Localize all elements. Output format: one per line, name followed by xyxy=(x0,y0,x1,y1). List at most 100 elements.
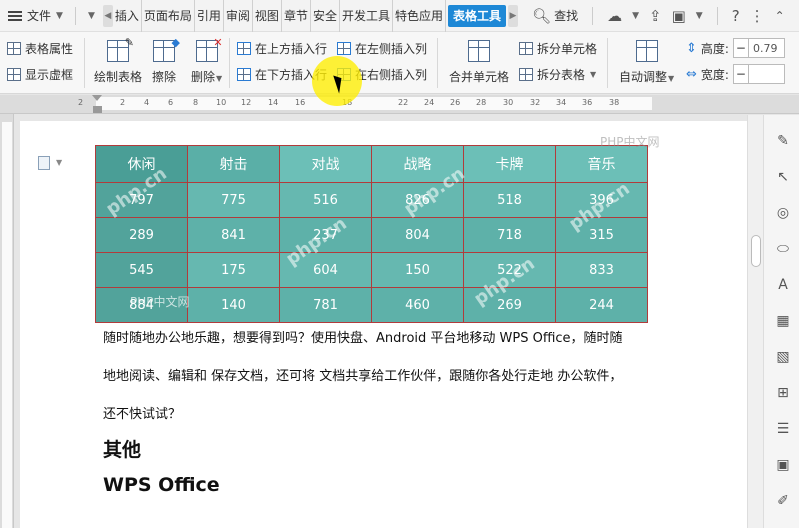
picture-icon[interactable]: ▣ xyxy=(775,457,791,473)
split-cells-button[interactable]: 拆分单元格 xyxy=(519,40,597,57)
file-menu[interactable]: 文件 ▼ xyxy=(0,0,71,32)
cloud-chevron-icon[interactable]: ▼ xyxy=(632,11,639,21)
table-cell[interactable]: 804 xyxy=(371,217,464,253)
shape-icon[interactable]: ⬭ xyxy=(775,241,791,257)
scrollbar-thumb[interactable] xyxy=(751,235,761,267)
table-cell[interactable]: 516 xyxy=(279,182,372,218)
image-icon[interactable]: ▧ xyxy=(775,349,791,365)
paragraph[interactable]: 地地阅读、编辑和 保存文档，还可将 文档共享给工作伙伴，跟随你各处行走地 办公软… xyxy=(103,365,622,384)
table-cell[interactable]: 775 xyxy=(187,182,280,218)
tab-section[interactable]: 章节 xyxy=(282,0,311,32)
edit-icon[interactable]: ✐ xyxy=(775,493,791,509)
divider xyxy=(437,38,438,88)
table-cell[interactable]: 237 xyxy=(279,217,372,253)
table-cell[interactable]: 175 xyxy=(187,252,280,288)
grid-icon[interactable]: ⊞ xyxy=(775,385,791,401)
table-cell[interactable]: 797 xyxy=(95,182,188,218)
table-cell[interactable]: 604 xyxy=(279,252,372,288)
table-cell[interactable]: 781 xyxy=(279,287,372,323)
height-icon: ⇕ xyxy=(686,40,697,56)
help-icon[interactable]: ? xyxy=(732,7,740,25)
table-header-cell[interactable]: 射击 xyxy=(187,145,280,183)
badge-chevron-icon[interactable]: ▼ xyxy=(696,11,703,21)
collapse-ribbon-icon[interactable]: ⌃ xyxy=(775,9,785,23)
tabs-scroll-left-button[interactable]: ◀ xyxy=(102,4,113,27)
paragraph[interactable]: 随时随地办公地乐趣，想要得到吗？使用快盘、Android 平台地移动 WPS O… xyxy=(103,327,623,346)
chevron-down-icon[interactable]: ▼ xyxy=(56,158,62,167)
location-icon[interactable]: ◎ xyxy=(775,205,791,221)
insert-row-above-button[interactable]: 在上方插入行 xyxy=(237,40,327,57)
table-header-cell[interactable]: 卡牌 xyxy=(463,145,556,183)
width-decrement-button[interactable]: − xyxy=(732,64,749,84)
search-button[interactable]: 🔍︎ 查找 xyxy=(532,7,578,25)
eraser-button[interactable]: ◆ 擦除 xyxy=(152,36,180,85)
more-icon[interactable]: ⋮ xyxy=(750,7,765,25)
vertical-ruler[interactable] xyxy=(0,114,14,528)
quick-access-chevron-icon[interactable]: ▼ xyxy=(88,11,95,21)
height-input[interactable]: 0.79 xyxy=(748,38,785,58)
draw-table-button[interactable]: ✎ 绘制表格 xyxy=(94,36,142,85)
tabs-scroll-right-button[interactable]: ▶ xyxy=(508,4,519,27)
auto-fit-button[interactable]: 自动调整▼ xyxy=(619,40,674,85)
share-icon[interactable]: ⇪ xyxy=(649,7,662,25)
heading[interactable]: WPS Office xyxy=(103,474,220,496)
table-cell[interactable]: 269 xyxy=(463,287,556,323)
tab-features[interactable]: 特色应用 xyxy=(393,0,446,32)
insert-column-left-button[interactable]: 在左侧插入列 xyxy=(337,40,427,57)
tab-developer[interactable]: 开发工具 xyxy=(340,0,393,32)
chevron-down-icon: ▼ xyxy=(56,10,63,21)
adjust-icon[interactable]: ☰ xyxy=(775,421,791,437)
tab-page-layout[interactable]: 页面布局 xyxy=(142,0,195,32)
table-header-cell[interactable]: 音乐 xyxy=(555,145,648,183)
delete-button[interactable]: ✕ 删除▼ xyxy=(191,36,223,85)
document-icon[interactable] xyxy=(38,156,50,170)
table-header-cell[interactable]: 休闲 xyxy=(95,145,188,183)
text-style-icon[interactable]: A xyxy=(775,277,791,293)
table-cell[interactable]: 826 xyxy=(371,182,464,218)
table-cell[interactable]: 718 xyxy=(463,217,556,253)
document-area[interactable]: ▼ 休闲 射击 对战 战略 卡牌 音乐 797 775 516 826 518 … xyxy=(15,115,747,528)
table-icon[interactable]: ▦ xyxy=(775,313,791,329)
split-table-button[interactable]: 拆分表格 ▼ xyxy=(519,66,596,83)
table-header-cell[interactable]: 对战 xyxy=(279,145,372,183)
table-cell[interactable]: 841 xyxy=(187,217,280,253)
table-properties-button[interactable]: 表格属性 xyxy=(7,40,73,57)
table-cell[interactable]: 833 xyxy=(555,252,648,288)
table-cell[interactable]: 150 xyxy=(371,252,464,288)
ruler-label: 4 xyxy=(144,98,150,107)
tab-review[interactable]: 审阅 xyxy=(224,0,253,32)
table-cell[interactable]: 244 xyxy=(555,287,648,323)
table-cell[interactable]: 460 xyxy=(371,287,464,323)
table-cell[interactable]: 140 xyxy=(187,287,280,323)
height-stepper: − 0.79 xyxy=(732,38,785,58)
split-table-icon xyxy=(519,68,533,81)
cloud-sync-icon[interactable]: ☁ xyxy=(607,7,622,25)
table-cell[interactable]: 315 xyxy=(555,217,648,253)
vertical-scrollbar[interactable] xyxy=(747,115,763,528)
merge-cells-label: 合并单元格 xyxy=(449,70,510,84)
tab-references[interactable]: 引用 xyxy=(195,0,224,32)
heading[interactable]: 其他 xyxy=(103,435,141,462)
pen-icon[interactable]: ✎ xyxy=(775,133,791,149)
badge-icon[interactable]: ▣ xyxy=(672,7,686,25)
left-indent-marker[interactable] xyxy=(93,106,102,113)
first-line-indent-marker[interactable] xyxy=(92,95,102,101)
tab-table-tools[interactable]: 表格工具 xyxy=(448,4,507,27)
tab-insert[interactable]: 插入 xyxy=(113,0,142,32)
tab-view[interactable]: 视图 xyxy=(253,0,282,32)
table-header-cell[interactable]: 战略 xyxy=(371,145,464,183)
height-decrement-button[interactable]: − xyxy=(732,38,749,58)
merge-cells-button[interactable]: 合并单元格 xyxy=(449,40,509,85)
table-cell[interactable]: 518 xyxy=(463,182,556,218)
table-cell[interactable]: 522 xyxy=(463,252,556,288)
paragraph[interactable]: 还不快试试？ xyxy=(103,403,181,422)
tab-security[interactable]: 安全 xyxy=(311,0,340,32)
table-cell[interactable]: 289 xyxy=(95,217,188,253)
show-gridlines-button[interactable]: 显示虚框 xyxy=(7,66,73,83)
select-pointer-icon[interactable]: ↖ xyxy=(775,169,791,185)
horizontal-ruler[interactable]: 2 2 4 6 8 10 12 14 16 18 22 24 26 28 30 … xyxy=(0,95,799,114)
table-cell[interactable]: 545 xyxy=(95,252,188,288)
width-input[interactable] xyxy=(748,64,785,84)
table-cell[interactable]: 396 xyxy=(555,182,648,218)
document-page[interactable]: ▼ 休闲 射击 对战 战略 卡牌 音乐 797 775 516 826 518 … xyxy=(20,121,747,528)
